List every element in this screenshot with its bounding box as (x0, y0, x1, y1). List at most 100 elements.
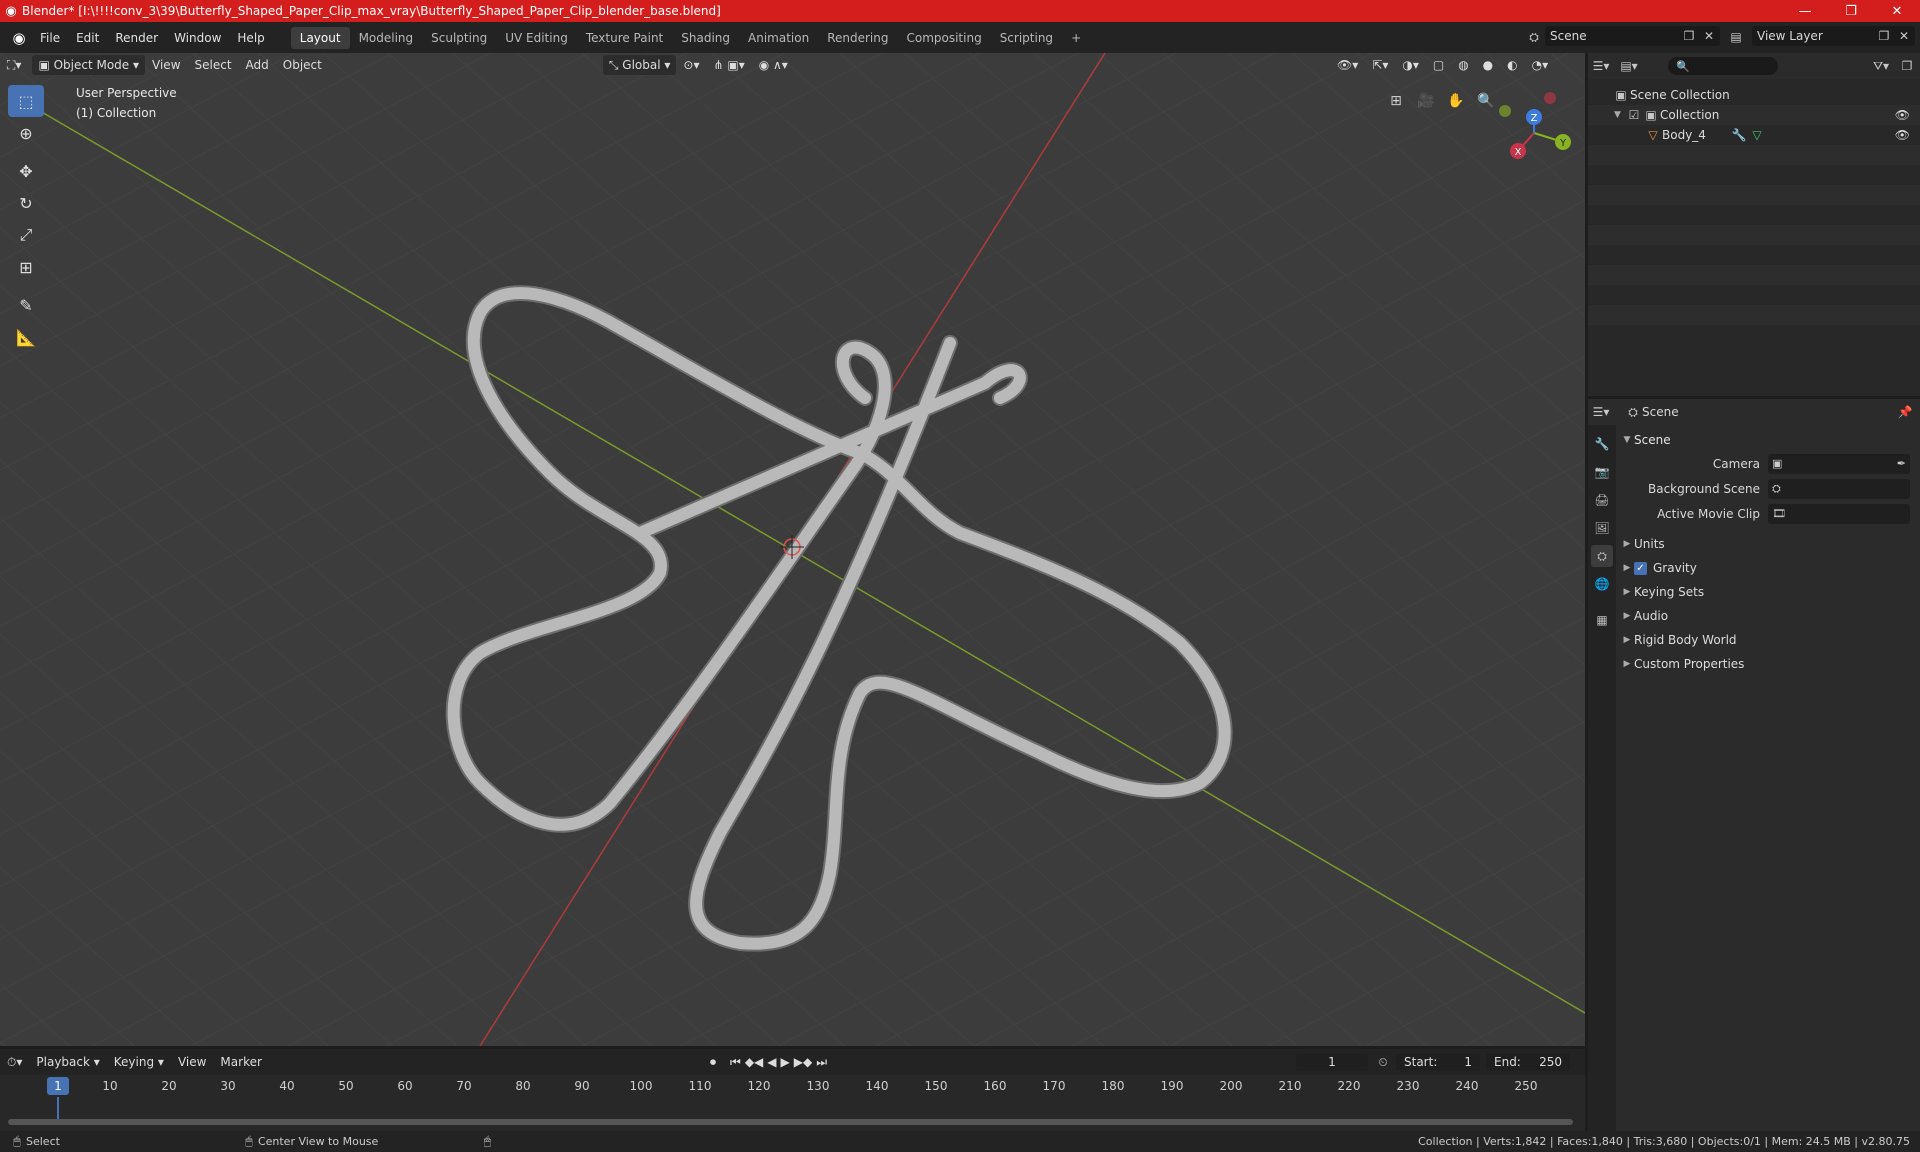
menu-playback[interactable]: Playback ▾ (29, 1052, 106, 1072)
measure-icon[interactable]: 📐 (8, 321, 44, 353)
tab-texture-paint[interactable]: Texture Paint (577, 27, 672, 49)
timeline-scrollbar[interactable] (8, 1119, 1573, 1125)
play-reverse-icon[interactable]: ◀ (767, 1055, 776, 1070)
audio-panel[interactable]: ▶ Audio (1620, 604, 1918, 628)
visibility-eye-icon[interactable]: 👁 (1895, 108, 1910, 122)
menu-help[interactable]: Help (229, 27, 272, 49)
pivot-icon[interactable]: ⊙▾ (676, 55, 706, 75)
material-shading-icon[interactable]: ◐ (1500, 55, 1524, 75)
timeline-ruler[interactable]: 1 10 20 30 40 50 60 70 80 90 100 110 120 130 140 150 160… (0, 1077, 1585, 1097)
mesh-data-icon[interactable]: ▽ (1748, 126, 1766, 144)
start-frame-field[interactable]: Start: 1 (1396, 1053, 1480, 1071)
expand-arrow-icon[interactable]: ▶ (1620, 563, 1634, 573)
menu-keying[interactable]: Keying ▾ (107, 1052, 171, 1072)
view-layer-browse-icon[interactable]: ▤ (1727, 28, 1745, 46)
gravity-checkbox[interactable]: ✓ (1634, 561, 1647, 575)
keying-sets-panel[interactable]: ▶ Keying Sets (1620, 580, 1918, 604)
filter-icon[interactable]: ⛛▾ (1872, 57, 1890, 75)
expand-arrow-icon[interactable]: ▶ (1620, 611, 1634, 621)
snap-icon[interactable]: ⋔ ▣▾ (707, 55, 752, 75)
close-icon[interactable]: ✕ (1895, 27, 1913, 45)
menu-file[interactable]: File (32, 27, 68, 49)
rigid-body-world-panel[interactable]: ▶ Rigid Body World (1620, 628, 1918, 652)
expand-arrow-icon[interactable]: ▶ (1620, 587, 1634, 597)
copy-icon[interactable]: ❐ (1875, 27, 1893, 45)
outliner-scene-collection[interactable]: ▣ Scene Collection (1588, 85, 1920, 105)
rendered-shading-icon[interactable]: ◔▾ (1525, 55, 1556, 75)
view-layer-selector[interactable]: View Layer ❐ ✕ (1752, 26, 1915, 46)
close-icon[interactable]: ✕ (1700, 27, 1718, 45)
gizmo-toggle-icon[interactable]: ⇱▾ (1365, 55, 1395, 75)
custom-properties-panel[interactable]: ▶ Custom Properties (1620, 652, 1918, 676)
world-tab-icon[interactable]: 🌐 (1591, 573, 1613, 595)
modifier-wrench-icon[interactable]: 🔧 (1730, 126, 1748, 144)
playhead[interactable] (57, 1097, 59, 1119)
scale-icon[interactable]: ⤢ (8, 219, 44, 251)
tool-tab-icon[interactable]: 🔧 (1591, 433, 1613, 455)
scene-panel-header[interactable]: ▼ Scene (1620, 429, 1918, 451)
expand-arrow-icon[interactable]: ▶ (1620, 635, 1634, 645)
viewport-scene[interactable]: Z Y X (0, 53, 1585, 1046)
menu-view[interactable]: View (171, 1052, 213, 1072)
preview-range-icon[interactable]: ⏲ (1374, 1053, 1392, 1071)
scene-selector[interactable]: Scene ❐ ✕ (1545, 26, 1720, 46)
transform-orientation-selector[interactable]: ⤡ Global ▾ (602, 55, 677, 75)
3d-viewport[interactable]: Z Y X ⛶▾ ▣ Object Mode ▾ View Select Add… (0, 53, 1585, 1046)
tab-layout[interactable]: Layout (290, 26, 350, 49)
proportional-edit-icon[interactable]: ◉ ∧▾ (752, 55, 795, 75)
transform-icon[interactable]: ⊞ (8, 251, 44, 283)
menu-edit[interactable]: Edit (68, 27, 107, 49)
editor-type-icon[interactable]: ☰▾ (1592, 403, 1610, 421)
outliner-collection[interactable]: ▼ ☑ ▣ Collection 👁 (1588, 105, 1920, 125)
menu-render[interactable]: Render (107, 27, 166, 49)
outliner-object[interactable]: ▽ Body_4 🔧 ▽ 👁 (1588, 125, 1920, 145)
collapse-arrow-icon[interactable]: ▼ (1620, 435, 1634, 445)
visibility-eye-icon[interactable]: 👁 (1895, 128, 1910, 142)
gizmo-neg-x-icon[interactable] (1544, 92, 1556, 104)
menu-object[interactable]: Object (276, 55, 329, 75)
output-tab-icon[interactable]: 🖨 (1591, 489, 1613, 511)
tab-animation[interactable]: Animation (739, 27, 818, 49)
expand-arrow-icon[interactable]: ▼ (1614, 110, 1626, 120)
tab-sculpting[interactable]: Sculpting (422, 27, 496, 49)
tab-modeling[interactable]: Modeling (350, 27, 423, 49)
tab-compositing[interactable]: Compositing (897, 27, 990, 49)
record-icon[interactable]: ⏺ (710, 1055, 716, 1070)
camera-field[interactable]: ▣ ✒ (1768, 453, 1910, 474)
pan-hand-icon[interactable]: ✋ (1442, 87, 1470, 115)
eyedropper-icon[interactable]: ✒ (1897, 457, 1906, 470)
xray-icon[interactable]: ▢ (1426, 55, 1451, 75)
tab-rendering[interactable]: Rendering (818, 27, 897, 49)
tab-uv-editing[interactable]: UV Editing (496, 27, 577, 49)
outliner-search-input[interactable]: 🔍 (1668, 57, 1778, 75)
expand-arrow-icon[interactable]: ▶ (1620, 659, 1634, 669)
overlay-toggle-icon[interactable]: ◑▾ (1395, 55, 1426, 75)
menu-select[interactable]: Select (188, 55, 239, 75)
minimize-icon[interactable]: — (1782, 0, 1828, 22)
texture-tab-icon[interactable]: ▦ (1591, 609, 1613, 631)
active-movie-clip-field[interactable]: 🎞 (1768, 503, 1910, 524)
rotate-icon[interactable]: ↻ (8, 187, 44, 219)
current-frame-field[interactable]: 1 (1296, 1053, 1368, 1071)
next-keyframe-icon[interactable]: ▶◆ (794, 1055, 812, 1070)
scene-browse-icon[interactable]: ⛭ (1525, 28, 1543, 46)
camera-view-icon[interactable]: 🎥 (1412, 87, 1440, 115)
menu-add[interactable]: Add (239, 55, 276, 75)
close-icon[interactable]: ✕ (1874, 0, 1920, 22)
menu-marker[interactable]: Marker (213, 1052, 268, 1072)
annotate-icon[interactable]: ✎ (8, 289, 44, 321)
menu-window[interactable]: Window (166, 27, 229, 49)
jump-start-icon[interactable]: ⏮ (730, 1055, 741, 1070)
visibility-icon[interactable]: 👁▾ (1330, 55, 1365, 75)
wireframe-shading-icon[interactable]: ◍ (1451, 55, 1475, 75)
maximize-icon[interactable]: ❐ (1828, 0, 1874, 22)
units-panel[interactable]: ▶ Units (1620, 532, 1918, 556)
pin-icon[interactable]: 📌 (1896, 403, 1914, 421)
ruler-current-frame[interactable]: 1 (47, 1077, 69, 1095)
gravity-panel[interactable]: ▶ ✓ Gravity (1620, 556, 1918, 580)
move-icon[interactable]: ✥ (8, 155, 44, 187)
add-workspace-icon[interactable]: + (1062, 27, 1090, 49)
select-box-icon[interactable]: ⬚ (8, 85, 44, 117)
tab-scripting[interactable]: Scripting (991, 27, 1062, 49)
menu-view[interactable]: View (145, 55, 187, 75)
